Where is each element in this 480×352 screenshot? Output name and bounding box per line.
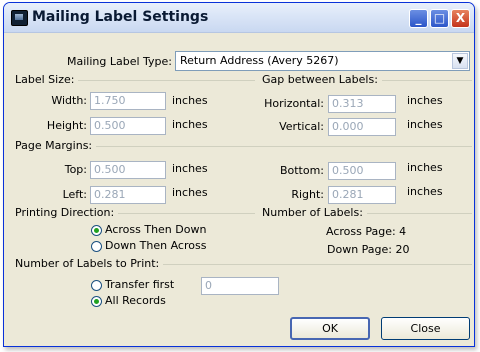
transfer-first-field[interactable]: 0 — [201, 277, 279, 295]
labels-to-print-heading: Number of Labels to Print: — [15, 257, 164, 270]
vertical-label: Vertical: — [279, 120, 324, 133]
left-label: Left: — [62, 188, 87, 201]
height-label: Height: — [46, 119, 87, 132]
gap-heading: Gap between Labels: — [262, 73, 382, 86]
bottom-unit: inches — [407, 161, 443, 174]
width-field[interactable]: 1.750 — [90, 92, 166, 110]
top-unit: inches — [172, 162, 208, 175]
left-margin-field[interactable]: 0.281 — [90, 186, 166, 204]
top-label: Top: — [64, 163, 87, 176]
right-unit: inches — [407, 185, 443, 198]
down-then-across-radio[interactable] — [91, 241, 102, 252]
ok-button[interactable]: OK — [290, 317, 370, 340]
transfer-first-label[interactable]: Transfer first — [105, 278, 174, 291]
app-icon — [11, 10, 28, 26]
right-label: Right: — [291, 188, 324, 201]
vertical-field[interactable]: 0.000 — [328, 118, 396, 136]
label-type-label: Mailing Label Type: — [67, 55, 172, 68]
window-title: Mailing Label Settings — [32, 9, 209, 25]
left-unit: inches — [172, 186, 208, 199]
height-unit: inches — [172, 118, 208, 131]
across-then-down-radio[interactable] — [91, 225, 102, 236]
close-button[interactable]: Close — [381, 317, 470, 340]
down-page-count: Down Page: 20 — [327, 243, 410, 256]
number-of-labels-heading: Number of Labels: — [262, 206, 367, 219]
transfer-first-radio[interactable] — [91, 280, 102, 291]
title-bar[interactable]: Mailing Label Settings _ □ X — [4, 3, 474, 33]
down-then-across-label[interactable]: Down Then Across — [105, 239, 206, 252]
across-page-count: Across Page: 4 — [326, 225, 407, 238]
label-type-value: Return Address (Avery 5267) — [180, 54, 339, 67]
label-size-heading: Label Size: — [15, 73, 79, 86]
printing-direction-heading: Printing Direction: — [15, 206, 119, 219]
width-unit: inches — [172, 94, 208, 107]
top-margin-field[interactable]: 0.500 — [90, 161, 166, 179]
across-then-down-label[interactable]: Across Then Down — [105, 223, 206, 236]
horizontal-unit: inches — [407, 94, 443, 107]
horizontal-label: Horizontal: — [264, 97, 324, 110]
bottom-label: Bottom: — [279, 164, 324, 177]
label-type-select[interactable]: Return Address (Avery 5267) ▼ — [175, 51, 470, 71]
maximize-button[interactable]: □ — [430, 9, 449, 28]
height-field[interactable]: 0.500 — [90, 117, 166, 135]
chevron-down-icon[interactable]: ▼ — [452, 53, 468, 69]
page-margins-heading: Page Margins: — [15, 139, 97, 152]
bottom-margin-field[interactable]: 0.500 — [328, 162, 396, 180]
close-window-button[interactable]: X — [451, 9, 470, 28]
horizontal-field[interactable]: 0.313 — [328, 95, 396, 113]
vertical-unit: inches — [407, 118, 443, 131]
all-records-radio[interactable] — [91, 296, 102, 307]
all-records-label[interactable]: All Records — [105, 294, 166, 307]
width-label: Width: — [51, 94, 87, 107]
right-margin-field[interactable]: 0.281 — [328, 186, 396, 204]
minimize-button[interactable]: _ — [409, 9, 428, 28]
